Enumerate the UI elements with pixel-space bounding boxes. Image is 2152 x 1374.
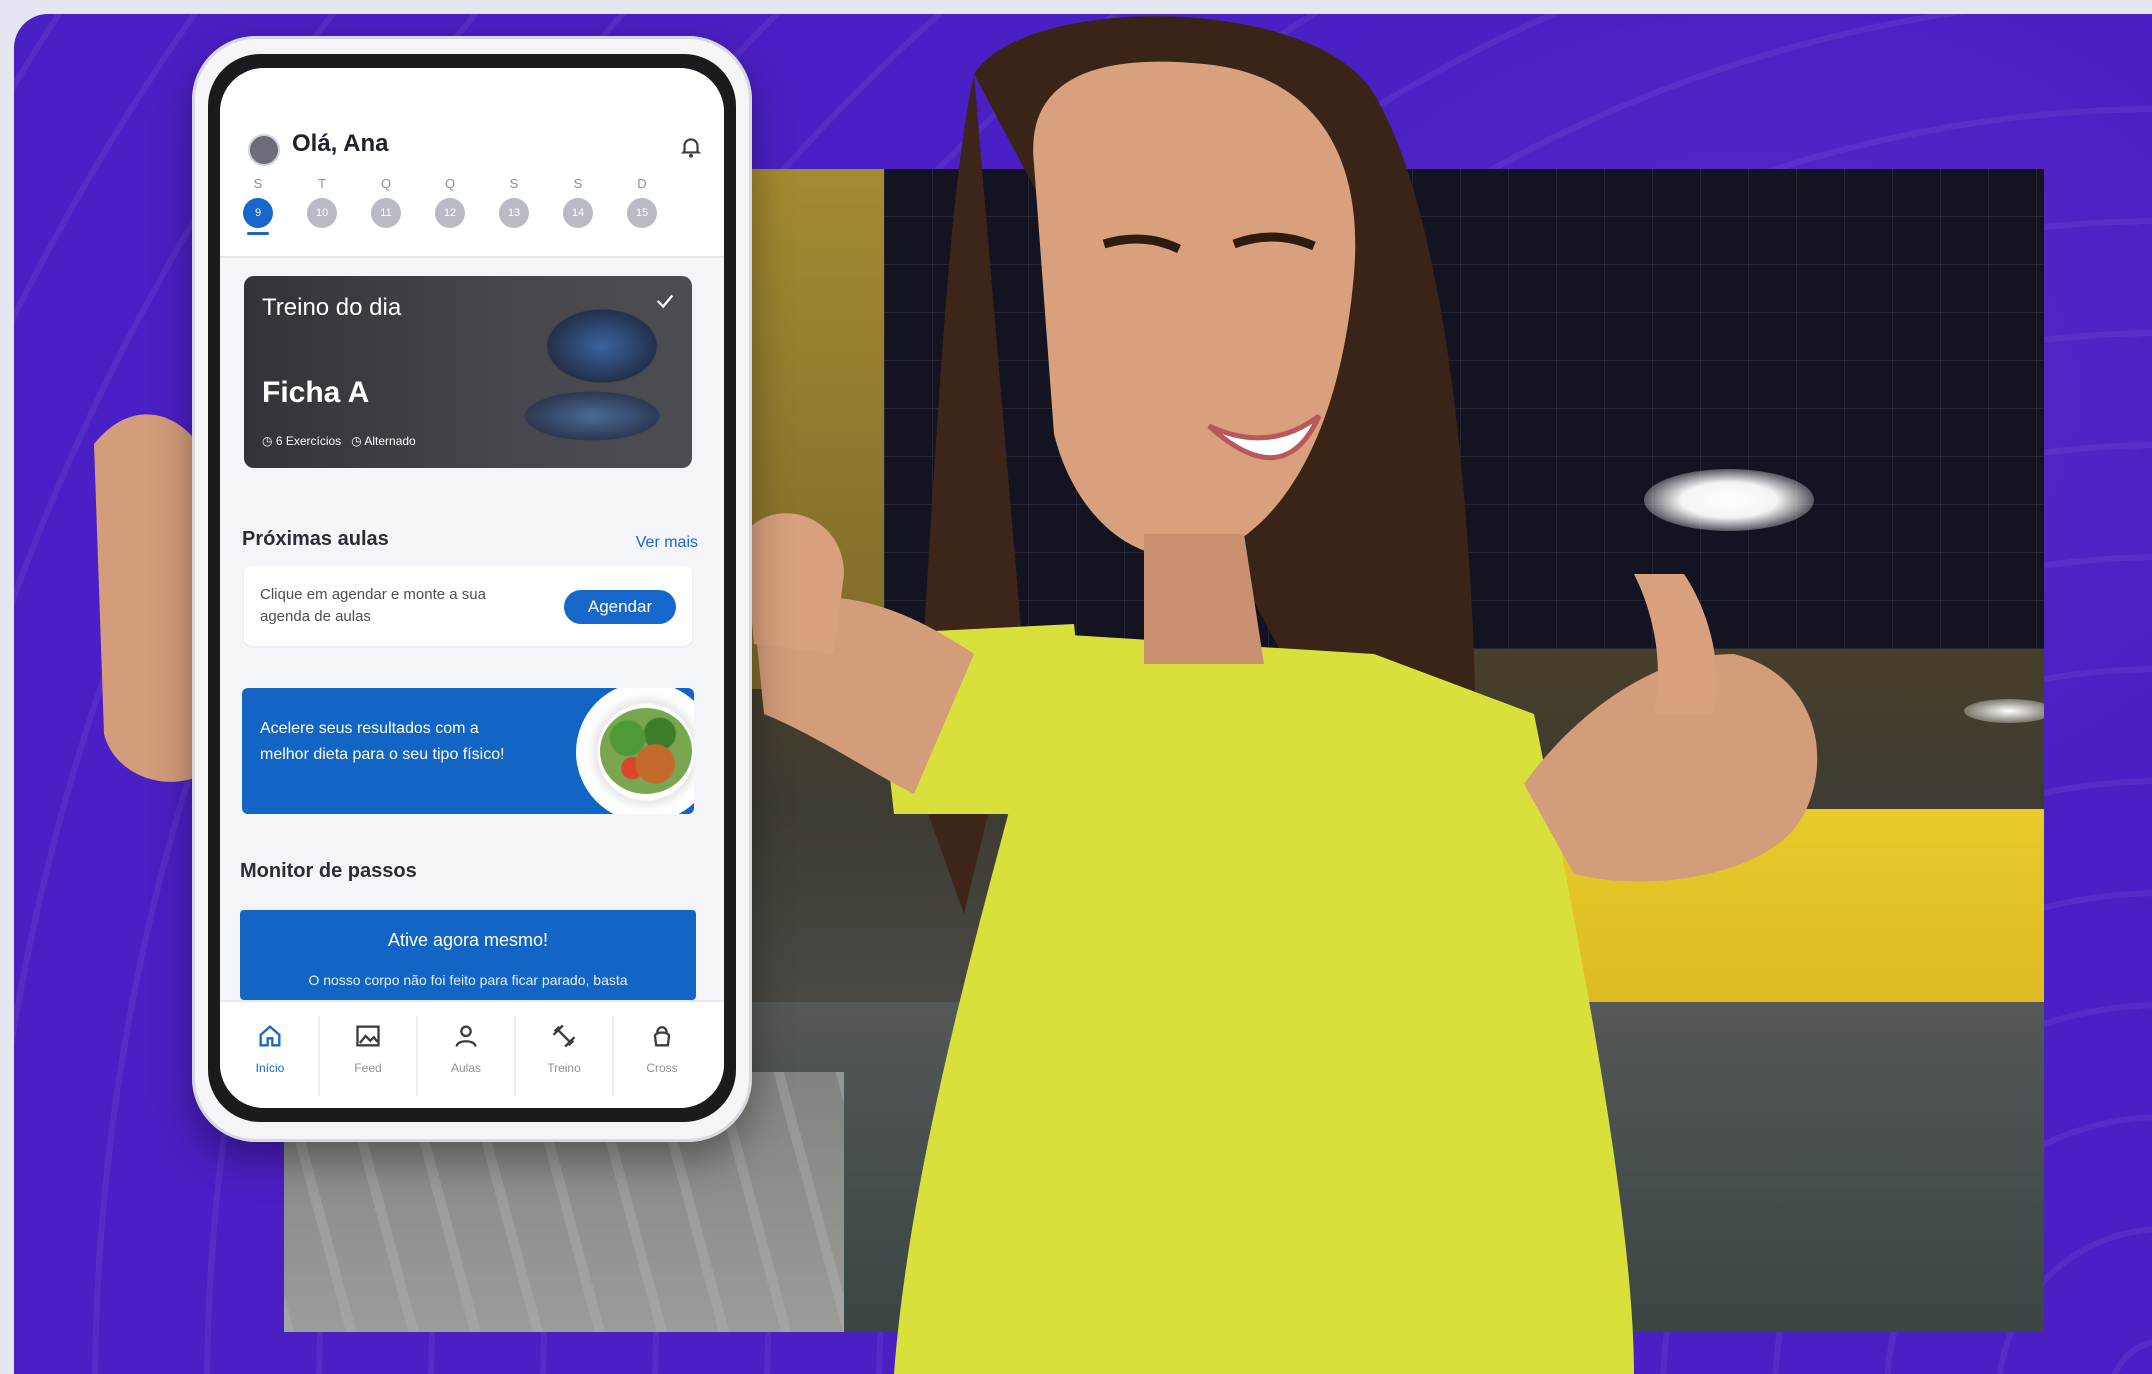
tab-treino[interactable]: Treino <box>518 1016 610 1096</box>
day-selected-indicator <box>247 232 269 235</box>
day-item[interactable]: D 15 <box>622 176 662 228</box>
bell-icon[interactable] <box>678 134 704 160</box>
app-screen: Olá, Ana S 9 T 10 Q 11 Q 12 S 13 S 14 D … <box>220 68 724 1108</box>
day-number: 15 <box>627 198 657 228</box>
day-item[interactable]: Q 11 <box>366 176 406 228</box>
day-name: S <box>253 176 263 191</box>
classes-description: Clique em agendar e monte a sua agenda d… <box>260 586 486 625</box>
day-item[interactable]: S 14 <box>558 176 598 228</box>
clock-icon: ◷ <box>262 434 276 448</box>
workout-exercises: 6 Exercícios <box>275 434 342 448</box>
dumbbell-icon <box>552 1024 576 1048</box>
classes-card: Clique em agendar e monte a sua agenda d… <box>244 566 692 646</box>
day-name: S <box>573 176 583 191</box>
tab-label: Feed <box>354 1061 382 1075</box>
day-number: 9 <box>243 198 273 228</box>
tab-label: Início <box>255 1061 285 1075</box>
tab-aulas[interactable]: Aulas <box>420 1016 512 1096</box>
workout-title: Ficha A <box>262 376 370 409</box>
upcoming-classes-title: Próximas aulas <box>242 528 389 550</box>
day-name: Q <box>380 176 392 191</box>
tab-label: Aulas <box>450 1061 482 1075</box>
day-name: D <box>637 176 647 191</box>
food-plate-image <box>576 688 694 814</box>
diet-promo-banner[interactable]: Acelere seus resultados com a melhor die… <box>242 688 694 814</box>
gym-ceiling <box>884 169 2044 649</box>
day-name: T <box>318 176 326 191</box>
tab-divider <box>514 1016 516 1096</box>
bottom-tab-bar: Início Feed Aulas Treino Cross <box>220 1000 724 1108</box>
clock-icon: ◷ <box>351 434 365 448</box>
day-item[interactable]: S 13 <box>494 176 534 228</box>
day-item[interactable]: S 9 <box>238 176 278 235</box>
day-number: 14 <box>563 198 593 228</box>
tab-feed[interactable]: Feed <box>322 1016 414 1096</box>
day-number: 12 <box>435 198 465 228</box>
kettlebell-icon <box>653 1026 671 1047</box>
user-icon <box>455 1025 477 1047</box>
day-number: 11 <box>371 198 401 228</box>
activate-now-button[interactable]: Ative agora mesmo! <box>240 930 696 951</box>
day-name: S <box>509 176 519 191</box>
tab-divider <box>416 1016 418 1096</box>
day-name: Q <box>444 176 456 191</box>
smartphone: Olá, Ana S 9 T 10 Q 11 Q 12 S 13 S 14 D … <box>192 36 752 1142</box>
schedule-button[interactable]: Agendar <box>564 590 676 624</box>
ceiling-lamp <box>1644 469 1814 531</box>
promo-banner: Olá, Ana S 9 T 10 Q 11 Q 12 S 13 S 14 D … <box>14 14 2152 1374</box>
phone-bezel: Olá, Ana S 9 T 10 Q 11 Q 12 S 13 S 14 D … <box>208 54 736 1122</box>
ceiling-lamp-small <box>1964 699 2044 723</box>
daily-workout-card[interactable]: Treino do dia Ficha A ◷ 6 Exercícios ◷ A… <box>244 276 692 468</box>
check-icon <box>656 294 674 309</box>
step-monitor-description: O nosso corpo não foi feito para ficar p… <box>308 972 628 988</box>
tab-inicio[interactable]: Início <box>224 1016 316 1096</box>
week-calendar: S 9 T 10 Q 11 Q 12 S 13 S 14 D 15 <box>220 168 724 258</box>
avatar[interactable] <box>248 134 280 166</box>
home-icon <box>259 1025 281 1047</box>
workout-type: Alternado <box>364 434 416 448</box>
tab-label: Treino <box>547 1061 581 1075</box>
workout-meta: ◷ 6 Exercícios ◷ Alternado <box>262 434 416 448</box>
promo-text: Acelere seus resultados com a melhor die… <box>260 720 505 763</box>
tab-label: Cross <box>646 1061 678 1075</box>
day-number: 13 <box>499 198 529 228</box>
greeting-text: Olá, Ana <box>292 130 389 157</box>
step-monitor-title: Monitor de passos <box>240 860 417 882</box>
image-icon <box>356 1025 380 1047</box>
tab-divider <box>612 1016 614 1096</box>
workout-label: Treino do dia <box>262 294 402 321</box>
day-number: 10 <box>307 198 337 228</box>
tab-cross[interactable]: Cross <box>616 1016 708 1096</box>
tab-divider <box>318 1016 320 1096</box>
day-item[interactable]: Q 12 <box>430 176 470 228</box>
step-monitor-card[interactable]: Ative agora mesmo! O nosso corpo não foi… <box>240 910 696 1000</box>
see-more-link[interactable]: Ver mais <box>636 534 698 552</box>
salad-salmon-dish <box>600 708 692 794</box>
day-item[interactable]: T 10 <box>302 176 342 228</box>
app-header: Olá, Ana <box>220 68 724 170</box>
